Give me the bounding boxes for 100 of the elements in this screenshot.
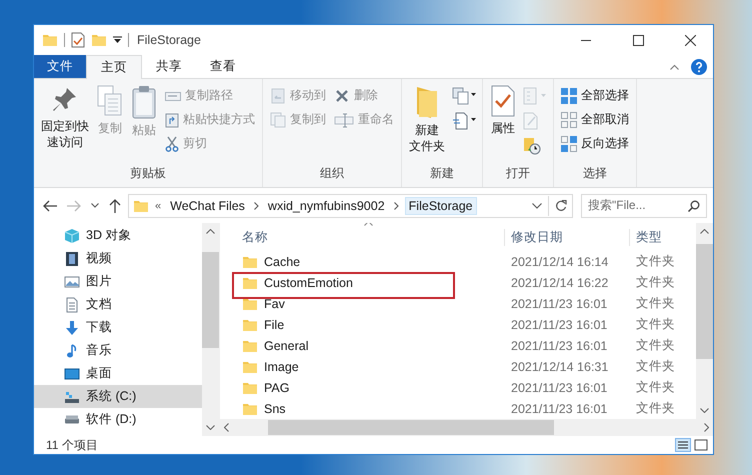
scroll-right-icon[interactable]: [704, 423, 709, 432]
collapse-ribbon-icon[interactable]: [670, 64, 679, 70]
sidebar-item[interactable]: 桌面: [34, 362, 202, 385]
forward-arrow-icon: [67, 200, 81, 212]
download-arrow-icon: [64, 320, 80, 336]
file-name[interactable]: File: [264, 318, 284, 332]
scrollbar[interactable]: [696, 223, 713, 419]
file-name[interactable]: Sns: [264, 402, 286, 416]
breadcrumb[interactable]: FileStorage: [404, 196, 477, 214]
table-cell-text: 文件夹: [635, 253, 676, 270]
search-icon: [688, 200, 700, 212]
ribbon-group-label: 新建: [430, 165, 454, 182]
dropdown-icon[interactable]: [532, 202, 542, 208]
dropdown-icon[interactable]: [113, 36, 122, 44]
ribbon-tab[interactable]: 主页: [86, 55, 142, 79]
scroll-down-icon[interactable]: [206, 425, 215, 430]
sidebar-item[interactable]: 图片: [34, 270, 202, 293]
table-cell-text: 2021/11/23 16:01: [510, 318, 608, 332]
folder-icon: [42, 32, 58, 48]
scroll-down-icon[interactable]: [700, 408, 709, 413]
monitor-icon: [64, 366, 80, 382]
ribbon-group-label: 组织: [320, 165, 344, 182]
sidebar-item[interactable]: 软件 (D:): [34, 408, 202, 431]
sidebar-item[interactable]: 下载: [34, 316, 202, 339]
table-cell-text: 2021/11/23 16:01: [510, 338, 608, 352]
refresh-icon[interactable]: [555, 200, 567, 212]
file-name[interactable]: CustomEmotion: [264, 276, 353, 290]
sidebar-item[interactable]: 文档: [34, 293, 202, 316]
open-icon: [523, 87, 547, 105]
large-icons-view-icon[interactable]: [693, 438, 709, 452]
properties-icon: [490, 85, 516, 117]
ribbon-button[interactable]: 反向选择: [558, 133, 632, 154]
picture-icon: [64, 274, 80, 290]
scroll-up-icon[interactable]: [700, 229, 709, 234]
table-cell-text: 2021/12/14 16:31: [510, 360, 610, 374]
table-cell-text: 文件夹: [635, 379, 676, 396]
ribbon-button[interactable]: 新建 文件夹: [406, 83, 448, 156]
sidebar-item[interactable]: 视频: [34, 247, 202, 270]
chevron-right-icon[interactable]: [394, 202, 399, 210]
ribbon-button[interactable]: 固定到快 速访问: [38, 83, 92, 152]
ribbon-button[interactable]: 全部选择: [558, 85, 632, 106]
delete-icon: [334, 88, 350, 104]
select-none-icon: [561, 112, 577, 128]
table-cell-text: 2021/12/14 16:22: [510, 276, 610, 290]
file-name[interactable]: PAG: [264, 380, 290, 394]
document-icon: [64, 296, 80, 312]
cube-icon: [64, 228, 80, 244]
address-bar[interactable]: « WeChat Files wxid_nymfubins9002 FileStorage: [128, 194, 573, 218]
up-arrow-icon: [109, 198, 121, 212]
select-all-icon: [561, 88, 577, 104]
file-name[interactable]: Fav: [264, 296, 285, 310]
ribbon-group-label: 选择: [583, 165, 607, 182]
sidebar-item[interactable]: 3D 对象: [34, 224, 202, 247]
scrollbar[interactable]: [202, 223, 219, 436]
ribbon-group-label: 打开: [506, 165, 530, 182]
horizontal-scrollbar[interactable]: [220, 419, 713, 436]
close-icon: [684, 34, 696, 46]
table-cell-text: 2021/11/23 16:01: [510, 296, 608, 310]
search-field[interactable]: 搜索"File...: [581, 194, 707, 218]
table-cell-text: 文件夹: [635, 358, 676, 375]
table-cell-text: 文件夹: [635, 295, 676, 312]
drive-icon: [64, 415, 80, 424]
table-cell-text: 2021/11/23 16:01: [510, 402, 608, 416]
item-count: 11 个项目: [46, 436, 98, 454]
maximize-icon: [632, 34, 644, 46]
file-name[interactable]: Cache: [264, 254, 300, 268]
ribbon-button[interactable]: 属性: [487, 83, 519, 138]
history-icon: [523, 137, 541, 155]
breadcrumb[interactable]: WeChat Files: [167, 198, 248, 214]
move-icon: [270, 88, 286, 104]
rename-icon: [334, 112, 354, 128]
sidebar-item[interactable]: 系统 (C:): [34, 385, 202, 408]
breadcrumb[interactable]: wxid_nymfubins9002: [264, 198, 388, 214]
overflow-chevron[interactable]: «: [155, 200, 162, 212]
new-folder-icon: [91, 32, 107, 48]
file-menu-tab[interactable]: 文件: [34, 55, 86, 78]
ribbon-group-label: 剪贴板: [130, 165, 166, 182]
properties-icon[interactable]: [71, 32, 85, 48]
window-title: FileStorage: [137, 33, 202, 47]
table-cell-text: 2021/12/14 16:14: [510, 254, 610, 268]
column-header[interactable]: 名称: [234, 228, 504, 246]
scroll-up-icon[interactable]: [206, 229, 215, 234]
scroll-left-icon[interactable]: [224, 423, 229, 432]
ribbon-button[interactable]: 全部取消: [558, 109, 632, 130]
film-icon: [64, 250, 80, 266]
file-name[interactable]: Image: [264, 360, 299, 374]
column-header[interactable]: 修改日期: [504, 228, 629, 246]
new-item-icon: [452, 87, 476, 105]
chevron-right-icon[interactable]: [254, 202, 259, 210]
ribbon-tab[interactable]: 查看: [196, 55, 250, 78]
table-cell-text: 文件夹: [635, 400, 676, 417]
ribbon-tab[interactable]: 共享: [142, 55, 196, 78]
file-name[interactable]: General: [264, 338, 308, 352]
edit-icon: [523, 112, 539, 130]
table-cell-text: 文件夹: [635, 316, 676, 333]
help-icon[interactable]: [691, 58, 707, 74]
copy-icon: [270, 112, 286, 128]
sidebar-item[interactable]: 音乐: [34, 339, 202, 362]
details-view-icon[interactable]: [675, 438, 691, 452]
shortcut-icon: [165, 112, 179, 128]
